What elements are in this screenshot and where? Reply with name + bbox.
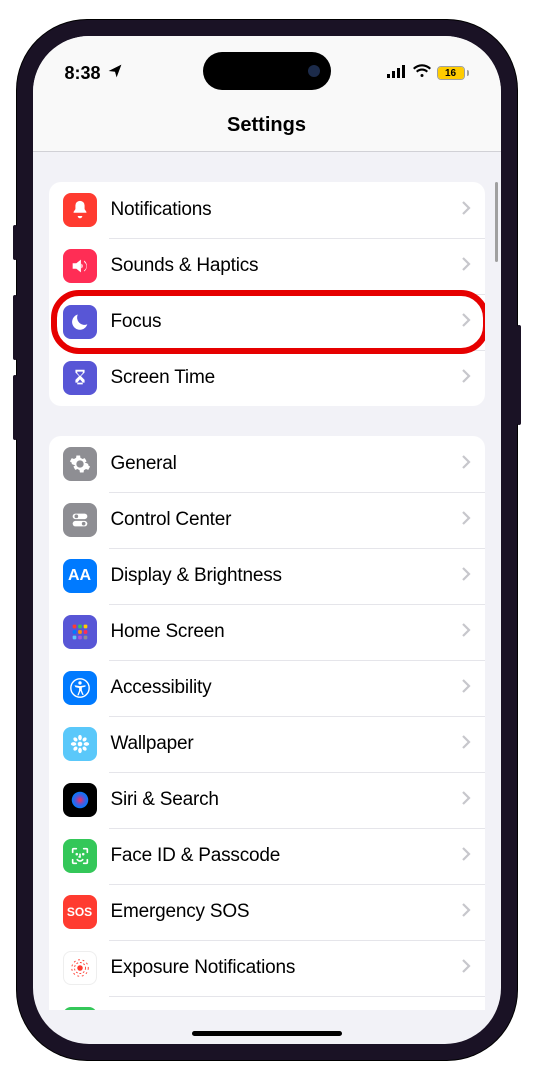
row-screen-time[interactable]: Screen Time (49, 350, 485, 406)
camera-dot (308, 65, 320, 77)
chevron-right-icon (461, 902, 471, 923)
moon-icon (63, 305, 97, 339)
grid-icon (63, 615, 97, 649)
volume-down-button (13, 375, 17, 440)
row-label: Control Center (111, 509, 461, 531)
bell-icon (63, 193, 97, 227)
row-notifications[interactable]: Notifications (49, 182, 485, 238)
chevron-right-icon (461, 510, 471, 531)
row-display-brightness[interactable]: AA Display & Brightness (49, 548, 485, 604)
row-emergency-sos[interactable]: SOS Emergency SOS (49, 884, 485, 940)
row-label: Home Screen (111, 621, 461, 643)
row-general[interactable]: General (49, 436, 485, 492)
settings-list[interactable]: Notifications Sounds & Haptics Focus Sc (33, 152, 501, 1010)
row-wallpaper[interactable]: Wallpaper (49, 716, 485, 772)
settings-group-general: General Control Center AA Display & Brig… (49, 436, 485, 1010)
chevron-right-icon (461, 734, 471, 755)
chevron-right-icon (461, 454, 471, 475)
toggles-icon (63, 503, 97, 537)
chevron-right-icon (461, 958, 471, 979)
row-accessibility[interactable]: Accessibility (49, 660, 485, 716)
row-sounds-haptics[interactable]: Sounds & Haptics (49, 238, 485, 294)
home-indicator[interactable] (192, 1031, 342, 1036)
text-size-icon: AA (63, 559, 97, 593)
row-label: Screen Time (111, 367, 461, 389)
screen: 8:38 16 Settings Notifications (33, 36, 501, 1044)
power-button (517, 325, 521, 425)
speaker-icon (63, 249, 97, 283)
exposure-icon (63, 951, 97, 985)
row-label: General (111, 453, 461, 475)
chevron-right-icon (461, 846, 471, 867)
gear-icon (63, 447, 97, 481)
row-battery[interactable]: Battery (49, 996, 485, 1010)
row-label: Wallpaper (111, 733, 461, 755)
chevron-right-icon (461, 312, 471, 333)
hourglass-icon (63, 361, 97, 395)
status-time: 8:38 (65, 63, 101, 84)
chevron-right-icon (461, 622, 471, 643)
row-label: Exposure Notifications (111, 957, 461, 979)
dynamic-island (203, 52, 331, 90)
accessibility-icon (63, 671, 97, 705)
row-exposure-notifications[interactable]: Exposure Notifications (49, 940, 485, 996)
chevron-right-icon (461, 678, 471, 699)
chevron-right-icon (461, 790, 471, 811)
row-control-center[interactable]: Control Center (49, 492, 485, 548)
face-id-icon (63, 839, 97, 873)
chevron-right-icon (461, 200, 471, 221)
chevron-right-icon (461, 368, 471, 389)
phone-frame: 8:38 16 Settings Notifications (17, 20, 517, 1060)
volume-up-button (13, 295, 17, 360)
battery-icon (63, 1007, 97, 1010)
row-siri-search[interactable]: Siri & Search (49, 772, 485, 828)
siri-icon (63, 783, 97, 817)
sos-icon: SOS (63, 895, 97, 929)
row-label: Siri & Search (111, 789, 461, 811)
mute-switch (13, 225, 17, 260)
row-label: Display & Brightness (111, 565, 461, 587)
row-home-screen[interactable]: Home Screen (49, 604, 485, 660)
flower-icon (63, 727, 97, 761)
row-face-id-passcode[interactable]: Face ID & Passcode (49, 828, 485, 884)
wifi-icon (413, 64, 431, 83)
row-label: Face ID & Passcode (111, 845, 461, 867)
cellular-icon (387, 64, 407, 83)
battery-indicator: 16 (437, 66, 469, 80)
chevron-right-icon (461, 256, 471, 277)
row-label: Emergency SOS (111, 901, 461, 923)
row-label: Accessibility (111, 677, 461, 699)
row-label: Notifications (111, 199, 461, 221)
row-label: Sounds & Haptics (111, 255, 461, 277)
chevron-right-icon (461, 566, 471, 587)
row-focus[interactable]: Focus (49, 294, 485, 350)
location-icon (107, 63, 123, 84)
page-title: Settings (33, 114, 501, 137)
row-label: Focus (111, 311, 461, 333)
scroll-indicator[interactable] (495, 182, 498, 262)
settings-group-alerts: Notifications Sounds & Haptics Focus Sc (49, 182, 485, 406)
nav-bar: Settings (33, 96, 501, 152)
